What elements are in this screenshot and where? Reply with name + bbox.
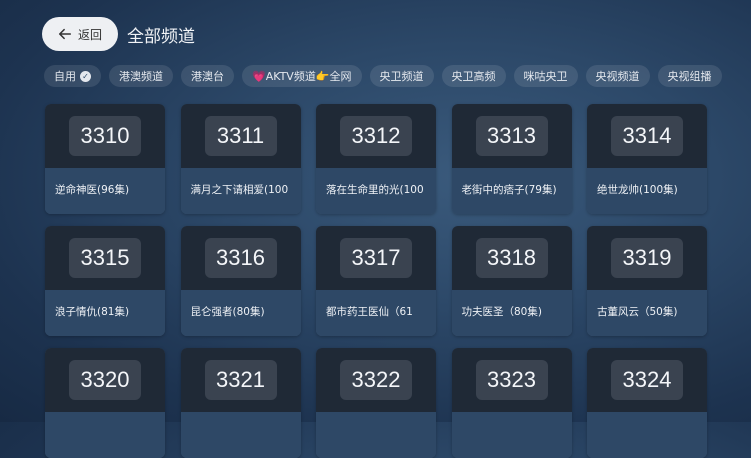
channel-number-panel: 3311 [180, 104, 301, 168]
channel-name: 都市药王医仙（61 [316, 290, 436, 336]
category-chip[interactable]: 咪咕央卫 [513, 65, 578, 87]
channel-number: 3311 [204, 116, 277, 156]
channel-card[interactable]: 3321 [180, 348, 301, 458]
chip-label: 港澳台 [191, 70, 224, 83]
channel-number: 3319 [611, 238, 683, 278]
channel-card[interactable]: 3319 古董风云（50集) [587, 226, 707, 336]
channel-card[interactable]: 3311 满月之下请相爱(100 [180, 104, 301, 214]
chip-label: 央视频道 [595, 70, 640, 83]
category-chip[interactable]: 自用 ✓ [44, 65, 101, 87]
channel-number-panel: 3321 [180, 348, 301, 412]
channel-card[interactable]: 3313 老街中的痞子(79集) [451, 104, 572, 214]
chip-label: 💗AKTV频道👉全网 [252, 70, 352, 83]
channel-card[interactable]: 3324 [587, 348, 707, 458]
category-chip[interactable]: 央视频道 [585, 65, 650, 87]
channel-name [316, 412, 436, 458]
channel-number: 3321 [204, 360, 277, 400]
channel-card[interactable]: 3312 落在生命里的光(100 [316, 104, 436, 214]
channel-name: 老街中的痞子(79集) [451, 168, 572, 214]
check-icon: ✓ [80, 70, 91, 82]
channel-name: 绝世龙帅(100集) [587, 168, 707, 214]
channel-number-panel: 3315 [45, 226, 165, 290]
category-chip[interactable]: 央卫频道 [369, 65, 434, 87]
channel-number-panel: 3320 [45, 348, 165, 412]
channel-number-panel: 3310 [45, 104, 165, 168]
channel-number: 3322 [340, 360, 412, 400]
channel-number-panel: 3322 [316, 348, 436, 412]
arrow-left-icon [58, 28, 72, 40]
channel-name [587, 412, 707, 458]
chip-label: 咪咕央卫 [523, 70, 568, 83]
channel-number-panel: 3316 [180, 226, 301, 290]
channel-card[interactable]: 3322 [316, 348, 436, 458]
page-title: 全部频道 [127, 27, 195, 47]
channel-number: 3324 [611, 360, 683, 400]
chip-label: 央卫高频 [451, 70, 496, 83]
channel-number-panel: 3312 [316, 104, 436, 168]
channel-card[interactable]: 3314 绝世龙帅(100集) [587, 104, 707, 214]
channel-card[interactable]: 3316 昆仑强者(80集) [180, 226, 301, 336]
channel-card[interactable]: 3318 功夫医圣（80集) [451, 226, 572, 336]
category-chip[interactable]: 央卫高频 [441, 65, 506, 87]
channel-number-panel: 3323 [451, 348, 572, 412]
channel-number: 3310 [69, 116, 141, 156]
category-chip[interactable]: 港澳频道 [109, 65, 173, 87]
category-chip[interactable]: 港澳台 [181, 65, 234, 87]
channel-number: 3323 [475, 360, 548, 400]
category-chips: 自用 ✓ 港澳频道 港澳台 💗AKTV频道👉全网 央卫频道 央卫高频 咪咕央卫 央视频道 央视组播 [44, 65, 751, 89]
channel-number-panel: 3319 [587, 226, 707, 290]
channel-number: 3313 [475, 116, 548, 156]
channel-number: 3316 [204, 238, 277, 278]
channel-name: 逆命神医(96集) [45, 168, 165, 214]
channel-name: 落在生命里的光(100 [316, 168, 436, 214]
category-chip[interactable]: 💗AKTV频道👉全网 [242, 65, 362, 87]
channel-number-panel: 3324 [587, 348, 707, 412]
back-label: 返回 [77, 27, 102, 42]
channel-name: 古董风云（50集) [587, 290, 707, 336]
channel-card[interactable]: 3317 都市药王医仙（61 [316, 226, 436, 336]
channel-name [180, 412, 301, 458]
chip-label: 央卫频道 [379, 70, 424, 83]
channel-number-panel: 3314 [587, 104, 707, 168]
channel-name: 浪子情仇(81集) [45, 290, 165, 336]
back-button[interactable]: 返回 [42, 17, 118, 51]
channel-number: 3315 [69, 238, 141, 278]
category-chip[interactable]: 央视组播 [657, 65, 722, 87]
chip-label: 港澳频道 [119, 70, 163, 83]
channel-number: 3314 [611, 116, 683, 156]
channel-name [451, 412, 572, 458]
channel-name: 满月之下请相爱(100 [180, 168, 301, 214]
chip-label: 央视组播 [667, 70, 712, 83]
channel-card[interactable]: 3320 [45, 348, 165, 458]
channel-card[interactable]: 3323 [451, 348, 572, 458]
channel-number-panel: 3313 [451, 104, 572, 168]
channel-card[interactable]: 3310 逆命神医(96集) [45, 104, 165, 214]
channel-name [45, 412, 165, 458]
channel-number: 3312 [340, 116, 412, 156]
channel-name: 功夫医圣（80集) [451, 290, 572, 336]
channel-number: 3320 [69, 360, 141, 400]
chip-label: 自用 [54, 70, 76, 83]
channel-number: 3317 [340, 238, 412, 278]
channel-number-panel: 3318 [451, 226, 572, 290]
channel-number-panel: 3317 [316, 226, 436, 290]
channel-number: 3318 [475, 238, 548, 278]
channel-name: 昆仑强者(80集) [180, 290, 301, 336]
channel-card[interactable]: 3315 浪子情仇(81集) [45, 226, 165, 336]
